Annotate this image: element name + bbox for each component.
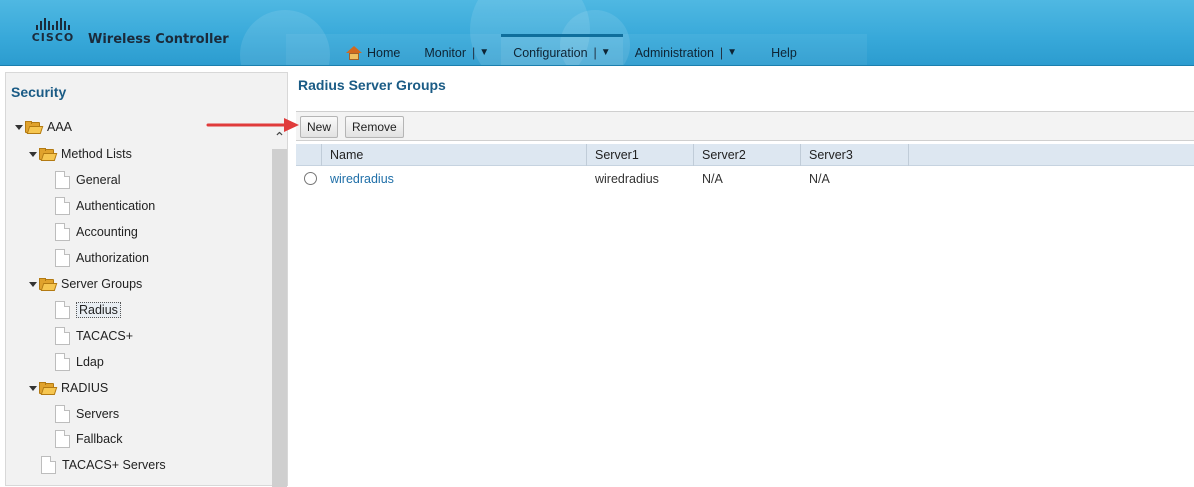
chevron-down-icon[interactable]: ▼ xyxy=(601,47,611,58)
column-header-server3[interactable]: Server3 xyxy=(801,144,909,166)
sidebar-item-server-groups[interactable]: Server Groups xyxy=(29,274,142,294)
sidebar-item-label: TACACS+ Servers xyxy=(62,458,166,472)
folder-icon xyxy=(39,277,58,291)
document-icon xyxy=(55,353,70,371)
folder-icon xyxy=(25,120,44,134)
sidebar-scrollbar[interactable] xyxy=(272,149,287,487)
document-icon xyxy=(55,430,70,448)
page-title: Radius Server Groups xyxy=(298,77,446,93)
security-sidebar: Security AAA Method Lists General Authen… xyxy=(5,72,288,487)
toolbar: New Remove xyxy=(296,111,1194,141)
sidebar-item-radius-folder[interactable]: RADIUS xyxy=(29,378,108,398)
sidebar-item-label: Authentication xyxy=(76,199,156,213)
main-nav: Home Monitor | ▼ Configuration | ▼ Adminis… xyxy=(286,34,867,65)
expand-triangle-icon[interactable] xyxy=(29,281,37,287)
remove-button[interactable]: Remove xyxy=(345,116,404,138)
row-name-link[interactable]: wiredradius xyxy=(322,168,394,190)
document-icon xyxy=(55,171,70,189)
sidebar-item-authentication[interactable]: Authentication xyxy=(55,196,155,216)
row-server2: N/A xyxy=(702,172,723,186)
new-button[interactable]: New xyxy=(300,116,339,138)
document-icon xyxy=(55,405,70,423)
nav-help[interactable]: Help xyxy=(749,34,867,65)
sidebar-item-label: RADIUS xyxy=(61,381,109,395)
nav-monitor-label: Monitor xyxy=(424,45,467,60)
select-column-header xyxy=(296,144,322,166)
sidebar-item-servers[interactable]: Servers xyxy=(55,404,119,424)
sidebar-item-radius[interactable]: Radius xyxy=(55,300,121,320)
document-icon xyxy=(55,301,70,319)
chevron-down-icon[interactable]: ▼ xyxy=(727,47,737,58)
sidebar-item-label: Method Lists xyxy=(61,147,132,161)
nav-help-label: Help xyxy=(771,45,797,60)
nav-monitor[interactable]: Monitor | ▼ xyxy=(412,34,501,65)
sidebar-item-tacacs-servers[interactable]: TACACS+ Servers xyxy=(41,455,166,475)
sidebar-item-label: AAA xyxy=(47,120,73,134)
sidebar-title: Security xyxy=(11,84,67,100)
sidebar-item-ldap[interactable]: Ldap xyxy=(55,352,104,372)
sidebar-item-label: General xyxy=(76,173,121,187)
table-row: wiredradius wiredradius N/A N/A xyxy=(296,168,1194,190)
document-icon xyxy=(41,456,56,474)
cisco-logo: CISCO xyxy=(28,18,78,46)
sidebar-item-fallback[interactable]: Fallback xyxy=(55,429,123,449)
annotation-arrow-icon xyxy=(206,118,299,132)
document-icon xyxy=(55,197,70,215)
sidebar-item-method-lists[interactable]: Method Lists xyxy=(29,144,132,164)
nav-administration-label: Administration xyxy=(634,45,714,60)
sidebar-item-label: Ldap xyxy=(76,355,104,369)
home-icon xyxy=(346,45,362,60)
top-header: CISCO Wireless Controller Home Monitor |… xyxy=(0,0,1194,66)
nav-home-label: Home xyxy=(367,45,401,60)
logo-text: CISCO xyxy=(31,31,75,44)
nav-home[interactable]: Home xyxy=(286,34,412,65)
document-icon xyxy=(55,327,70,345)
chevron-down-icon[interactable]: ▼ xyxy=(479,47,489,58)
row-server3: N/A xyxy=(809,172,830,186)
nav-administration[interactable]: Administration | ▼ xyxy=(623,34,749,65)
app-title: Wireless Controller xyxy=(88,32,229,47)
sidebar-item-label: Servers xyxy=(76,407,120,421)
nav-configuration[interactable]: Configuration | ▼ xyxy=(501,34,623,65)
table-header: Name Server1 Server2 Server3 xyxy=(296,144,1194,166)
row-server1: wiredradius xyxy=(595,172,659,186)
sidebar-item-label: Accounting xyxy=(76,225,138,239)
sidebar-item-general[interactable]: General xyxy=(55,170,120,190)
sidebar-item-label: Authorization xyxy=(76,251,149,265)
folder-icon xyxy=(39,147,58,161)
column-header-server1[interactable]: Server1 xyxy=(587,144,694,166)
sidebar-item-label: Server Groups xyxy=(61,277,143,291)
folder-icon xyxy=(39,381,58,395)
sidebar-item-authorization[interactable]: Authorization xyxy=(55,248,149,268)
sidebar-item-tacacs[interactable]: TACACS+ xyxy=(55,326,133,346)
sidebar-item-label: TACACS+ xyxy=(76,329,134,343)
sidebar-item-accounting[interactable]: Accounting xyxy=(55,222,138,242)
document-icon xyxy=(55,223,70,241)
sidebar-item-label: Fallback xyxy=(76,432,123,446)
expand-triangle-icon[interactable] xyxy=(15,124,23,130)
sidebar-item-label: Radius xyxy=(76,302,121,318)
expand-triangle-icon[interactable] xyxy=(29,385,37,391)
expand-triangle-icon[interactable] xyxy=(29,151,37,157)
document-icon xyxy=(55,249,70,267)
column-header-name[interactable]: Name xyxy=(322,144,587,166)
sidebar-item-aaa[interactable]: AAA xyxy=(15,117,72,137)
row-select-radio[interactable] xyxy=(304,172,317,185)
column-header-server2[interactable]: Server2 xyxy=(694,144,801,166)
nav-configuration-label: Configuration xyxy=(513,45,588,60)
